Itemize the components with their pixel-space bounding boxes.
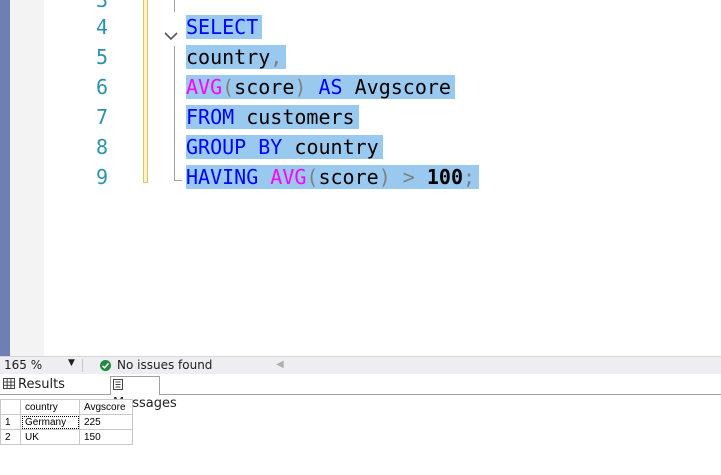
code-token: AVG xyxy=(186,75,223,99)
code-token: 100 xyxy=(426,165,463,189)
messages-icon xyxy=(113,379,123,390)
code-token: customers xyxy=(234,105,355,129)
check-circle-icon xyxy=(100,360,111,371)
zoom-level[interactable]: 165 % xyxy=(4,358,42,374)
results-tabs: Results Messages xyxy=(0,375,721,411)
row-number[interactable]: 1 xyxy=(0,414,21,430)
code-token: , xyxy=(270,45,283,69)
column-header[interactable]: Avgscore xyxy=(79,399,133,415)
selection: AVG(score) AS Avgscore xyxy=(186,75,455,99)
zoom-dropdown-icon[interactable]: ▼ xyxy=(68,358,75,368)
code-line: GROUP BY country xyxy=(186,133,383,161)
selection: HAVING AVG(score) > 100; xyxy=(186,165,480,189)
line-number-gutter: 3 4 5 6 7 8 9 xyxy=(44,0,114,356)
line-number: 5 xyxy=(95,45,108,69)
code-token: AS xyxy=(318,75,343,99)
row-number-header[interactable] xyxy=(0,399,21,415)
selection: country, xyxy=(186,45,287,69)
results-grid[interactable]: country Avgscore 1 Germany 225 2 UK 150 xyxy=(0,399,133,445)
grid-icon xyxy=(3,378,15,389)
code-token: BY xyxy=(258,135,283,159)
issues-status[interactable]: No issues found xyxy=(117,358,212,372)
query-editor[interactable]: 3 4 5 6 7 8 9 SELECT country, AVG(score)… xyxy=(0,0,721,356)
code-token: ) xyxy=(378,165,391,189)
table-cell[interactable]: UK xyxy=(20,429,80,445)
code-token: country xyxy=(186,45,271,69)
tab-results-label: Results xyxy=(18,377,65,392)
editor-status-bar: 165 % ▼ No issues found ◀ xyxy=(0,356,721,374)
code-token: score xyxy=(318,165,379,189)
line-number: 3 xyxy=(95,0,108,12)
selection: GROUP BY country xyxy=(186,135,383,159)
grid-header-row: country Avgscore xyxy=(0,399,133,415)
fold-guide-line xyxy=(174,0,175,12)
line-number: 9 xyxy=(95,165,108,189)
table-cell[interactable]: Germany xyxy=(20,414,80,430)
code-token: GROUP xyxy=(186,135,247,159)
table-row[interactable]: 2 UK 150 xyxy=(0,429,133,445)
table-cell[interactable]: 225 xyxy=(79,414,133,430)
code-token: ( xyxy=(222,75,235,99)
selection: FROM customers xyxy=(186,105,359,129)
code-token: score xyxy=(234,75,295,99)
code-token: SELECT xyxy=(186,15,259,39)
tab-messages[interactable]: Messages xyxy=(110,376,177,411)
editor-gutter xyxy=(10,0,44,356)
line-number: 8 xyxy=(95,135,108,159)
row-number[interactable]: 2 xyxy=(0,429,21,445)
tab-results[interactable]: Results xyxy=(3,376,108,395)
divider xyxy=(82,359,83,372)
line-number: 7 xyxy=(95,105,108,129)
code-line: HAVING AVG(score) > 100; xyxy=(186,163,480,191)
selection: SELECT xyxy=(186,15,263,39)
table-row[interactable]: 1 Germany 225 xyxy=(0,414,133,430)
code-line: AVG(score) AS Avgscore xyxy=(186,73,455,101)
line-number: 6 xyxy=(95,75,108,99)
code-token: FROM xyxy=(186,105,235,129)
line-number: 4 xyxy=(95,15,108,39)
code-token: ( xyxy=(306,165,319,189)
table-cell[interactable]: 150 xyxy=(79,429,133,445)
scroll-left-icon[interactable]: ◀ xyxy=(276,359,284,370)
code-token: ; xyxy=(462,165,476,189)
code-line: SELECT xyxy=(186,13,263,41)
fold-guide-line xyxy=(174,46,175,181)
code-token: Avgscore xyxy=(342,75,451,99)
code-token: > xyxy=(390,165,427,189)
code-token: AVG xyxy=(270,165,307,189)
code-token: HAVING xyxy=(186,165,259,189)
fold-guide-end xyxy=(174,180,182,181)
code-line: country, xyxy=(186,43,287,71)
editor-left-margin xyxy=(0,0,10,356)
code-token: ) xyxy=(294,75,307,99)
code-token: country xyxy=(282,135,379,159)
code-line: FROM customers xyxy=(186,103,359,131)
collapse-chevron-icon[interactable] xyxy=(162,24,182,46)
change-tracking-bar xyxy=(143,0,148,183)
column-header[interactable]: country xyxy=(20,399,80,415)
